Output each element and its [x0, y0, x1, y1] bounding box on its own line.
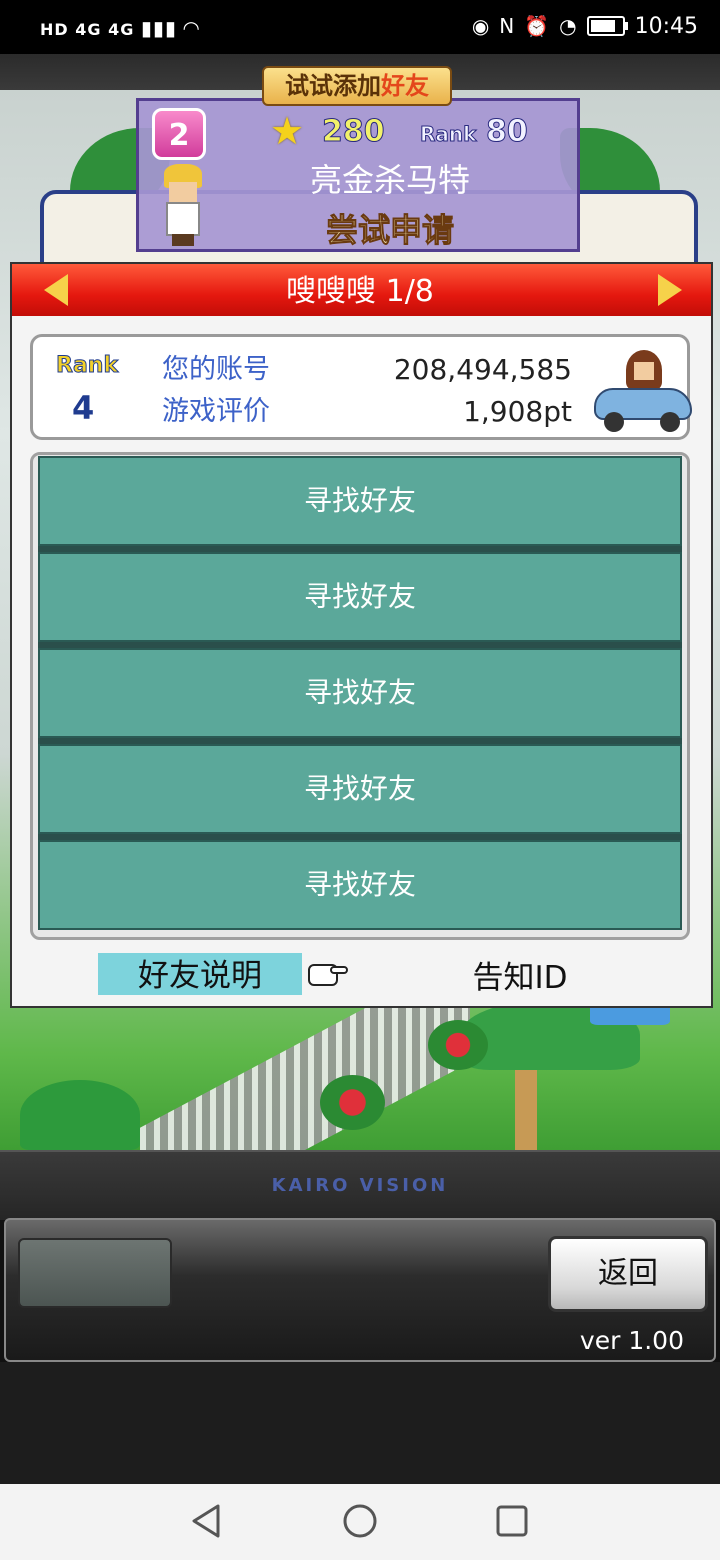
nav-back-icon[interactable] [190, 1503, 222, 1539]
car-avatar-icon [590, 346, 696, 434]
star-icon: ★ [270, 109, 305, 153]
status-right: ◉ N ⏰ ◔ 10:45 [472, 12, 698, 40]
player-name: 亮金杀马特 [309, 161, 470, 199]
find-friend-slot[interactable]: 寻找好友 [38, 552, 682, 642]
prev-page-arrow-icon[interactable] [44, 274, 72, 306]
account-id-label: 您的账号 [162, 354, 270, 385]
alarm-icon: ⏰ [524, 14, 550, 38]
wifi-icon: ◠ [183, 16, 200, 40]
eye-icon: ◉ [471, 14, 490, 38]
ribbon-highlight: 好友 [381, 72, 429, 100]
brand-logo: KAIRO VISION [271, 1175, 449, 1196]
next-page-arrow-icon[interactable] [654, 274, 682, 306]
speed-icon: ◔ [559, 14, 577, 38]
find-friend-slot[interactable]: 寻找好友 [38, 648, 682, 738]
account-rank-value: 4 [72, 389, 95, 427]
palm-tree-left [20, 1080, 140, 1150]
signal-icon: ▮▮▮ [140, 16, 177, 40]
find-friend-slot[interactable]: 寻找好友 [38, 840, 682, 930]
clock: 10:45 [634, 13, 698, 39]
flower-bush [428, 1020, 488, 1070]
version-label: ver 1.00 [579, 1326, 684, 1355]
rank-label: Rank [419, 122, 477, 147]
notify-id-button[interactable]: 告知ID [420, 955, 620, 1001]
apply-button[interactable]: 尝试申请 [280, 208, 500, 252]
panel-title: 嗖嗖嗖 1/8 [286, 274, 434, 309]
network-indicators: HD 4G 4G ▮▮▮ ◠ [40, 14, 200, 42]
hud-empty-slot [18, 1238, 172, 1308]
nav-recents-icon[interactable] [496, 1505, 528, 1537]
account-id-value: 208,494,585 [393, 353, 572, 386]
signal-icons-label: HD 4G 4G [40, 20, 135, 39]
flower-bush [320, 1075, 385, 1130]
ribbon-text: 试试添加 [285, 72, 381, 100]
status-bar: HD 4G 4G ▮▮▮ ◠ ◉ N ⏰ ◔ 10:45 [0, 0, 720, 54]
rank-value: 80 [486, 114, 529, 150]
level-badge: 2 [152, 108, 206, 160]
pointing-hand-icon [300, 956, 350, 992]
friend-help-button[interactable]: 好友说明 [98, 953, 302, 995]
nav-home-icon[interactable] [342, 1503, 378, 1539]
character-avatar [160, 164, 206, 246]
nfc-icon: N [499, 14, 515, 38]
rating-value: 1,908pt [463, 395, 572, 428]
add-friend-ribbon: 试试添加好友 [262, 66, 452, 106]
hud-bottom-area [0, 1362, 720, 1484]
star-count: 280 [322, 114, 386, 150]
battery-icon [586, 16, 628, 36]
rating-label: 游戏评价 [162, 396, 270, 427]
account-rank-label: Rank [55, 353, 119, 379]
back-button[interactable]: 返回 [548, 1236, 708, 1312]
find-friend-slot[interactable]: 寻找好友 [38, 744, 682, 834]
find-friend-slot[interactable]: 寻找好友 [38, 456, 682, 546]
